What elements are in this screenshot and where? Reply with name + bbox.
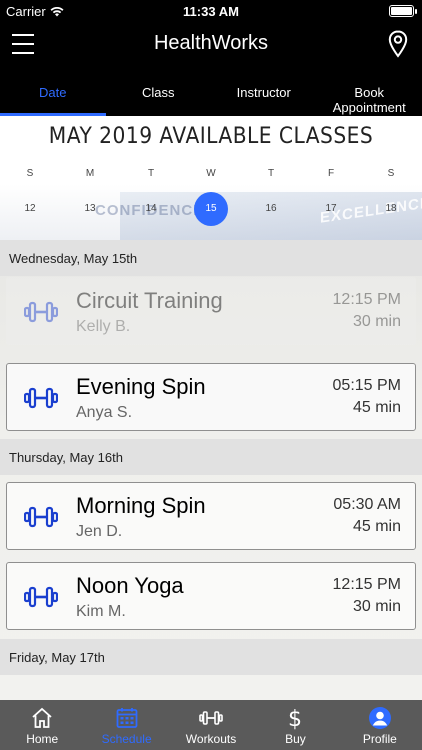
profile-icon — [368, 707, 391, 729]
dumbbell-icon — [24, 506, 58, 528]
nav-buy-label: Buy — [285, 732, 306, 746]
app-header: HealthWorks — [0, 22, 422, 68]
home-icon — [32, 707, 52, 728]
dumbbell-icon — [24, 387, 58, 409]
class-duration: 45 min — [352, 399, 401, 416]
calendar-strip: CONFIDENCE EXCELLENCE MAY 2019 AVAILABLE… — [0, 116, 422, 240]
day-header: Wednesday, May 15th — [0, 240, 422, 276]
day-header: Thursday, May 16th — [0, 439, 422, 475]
tab-book-appointment[interactable]: Book Appointment — [317, 68, 422, 116]
svg-text:$: $ — [288, 707, 302, 730]
class-card[interactable]: Evening Spin Anya S. 05:15 PM 45 min — [6, 363, 416, 431]
nav-workouts[interactable]: Workouts — [169, 700, 253, 750]
class-card[interactable]: Noon Yoga Kim M. 12:15 PM 30 min — [6, 562, 416, 630]
class-time: 12:15 PM — [332, 576, 401, 593]
weekday-label: W — [206, 168, 216, 179]
tab-date[interactable]: Date — [0, 68, 106, 116]
class-name: Noon Yoga — [76, 573, 184, 598]
nav-profile[interactable]: Profile — [338, 700, 422, 750]
class-duration: 30 min — [352, 598, 401, 615]
class-name: Morning Spin — [76, 493, 206, 518]
nav-schedule-label: Schedule — [101, 732, 152, 746]
class-schedule-list: Wednesday, May 15th Circuit Training Kel… — [0, 240, 422, 700]
schedule-tabs: Date Class Instructor Book Appointment — [0, 68, 422, 116]
class-time: 05:15 PM — [332, 377, 401, 394]
weekday-label: F — [327, 168, 335, 179]
class-card[interactable]: Morning Spin Jen D. 05:30 AM 45 min — [6, 482, 416, 550]
tab-instructor[interactable]: Instructor — [211, 68, 317, 116]
nav-buy[interactable]: $ Buy — [253, 700, 337, 750]
battery-icon — [389, 5, 417, 17]
status-bar: Carrier 11:33 AM — [0, 0, 422, 22]
class-duration: 30 min — [352, 313, 401, 330]
calendar-day[interactable]: 18 — [374, 204, 408, 238]
dollar-icon: $ — [288, 707, 302, 730]
class-duration: 45 min — [352, 518, 401, 535]
class-instructor: Kelly B. — [76, 318, 131, 335]
dumbbell-icon — [199, 711, 223, 725]
map-pin-icon[interactable] — [388, 30, 408, 58]
calendar-icon — [116, 708, 138, 728]
weekday-label: M — [85, 168, 95, 179]
calendar-day[interactable]: 16 — [254, 204, 288, 238]
calendar-title: MAY 2019 AVAILABLE CLASSES — [48, 124, 374, 149]
class-time: 12:15 PM — [332, 291, 401, 308]
status-time: 11:33 AM — [183, 4, 239, 19]
class-name: Circuit Training — [76, 288, 223, 313]
calendar-day-selected[interactable]: 15 — [194, 192, 228, 226]
nav-home[interactable]: Home — [0, 700, 84, 750]
nav-workouts-label: Workouts — [185, 732, 237, 746]
class-instructor: Jen D. — [76, 523, 123, 540]
calendar-day[interactable]: 14 — [134, 204, 168, 238]
dumbbell-icon — [24, 586, 58, 608]
class-time: 05:30 AM — [333, 496, 401, 513]
dumbbell-icon — [24, 301, 58, 323]
class-instructor: Kim M. — [76, 603, 126, 620]
weekday-label: S — [26, 168, 34, 179]
calendar-day[interactable]: 13 — [73, 204, 107, 238]
nav-schedule[interactable]: Schedule — [84, 700, 168, 750]
class-instructor: Anya S. — [76, 404, 133, 421]
calendar-day[interactable]: 17 — [314, 204, 348, 238]
day-header: Friday, May 17th — [0, 639, 422, 675]
weekday-label: S — [387, 168, 395, 179]
class-card[interactable]: Circuit Training Kelly B. 12:15 PM 30 mi… — [6, 277, 416, 345]
nav-profile-label: Profile — [362, 732, 397, 746]
bottom-tab-bar: Home Schedule Workouts $ Buy Profile — [0, 700, 422, 750]
weekday-label: T — [147, 168, 155, 179]
app-title: HealthWorks — [153, 32, 269, 54]
class-name: Evening Spin — [76, 374, 206, 399]
tab-class[interactable]: Class — [106, 68, 212, 116]
nav-home-label: Home — [26, 732, 59, 746]
calendar-day[interactable]: 12 — [13, 204, 47, 238]
weekday-label: T — [267, 168, 275, 179]
